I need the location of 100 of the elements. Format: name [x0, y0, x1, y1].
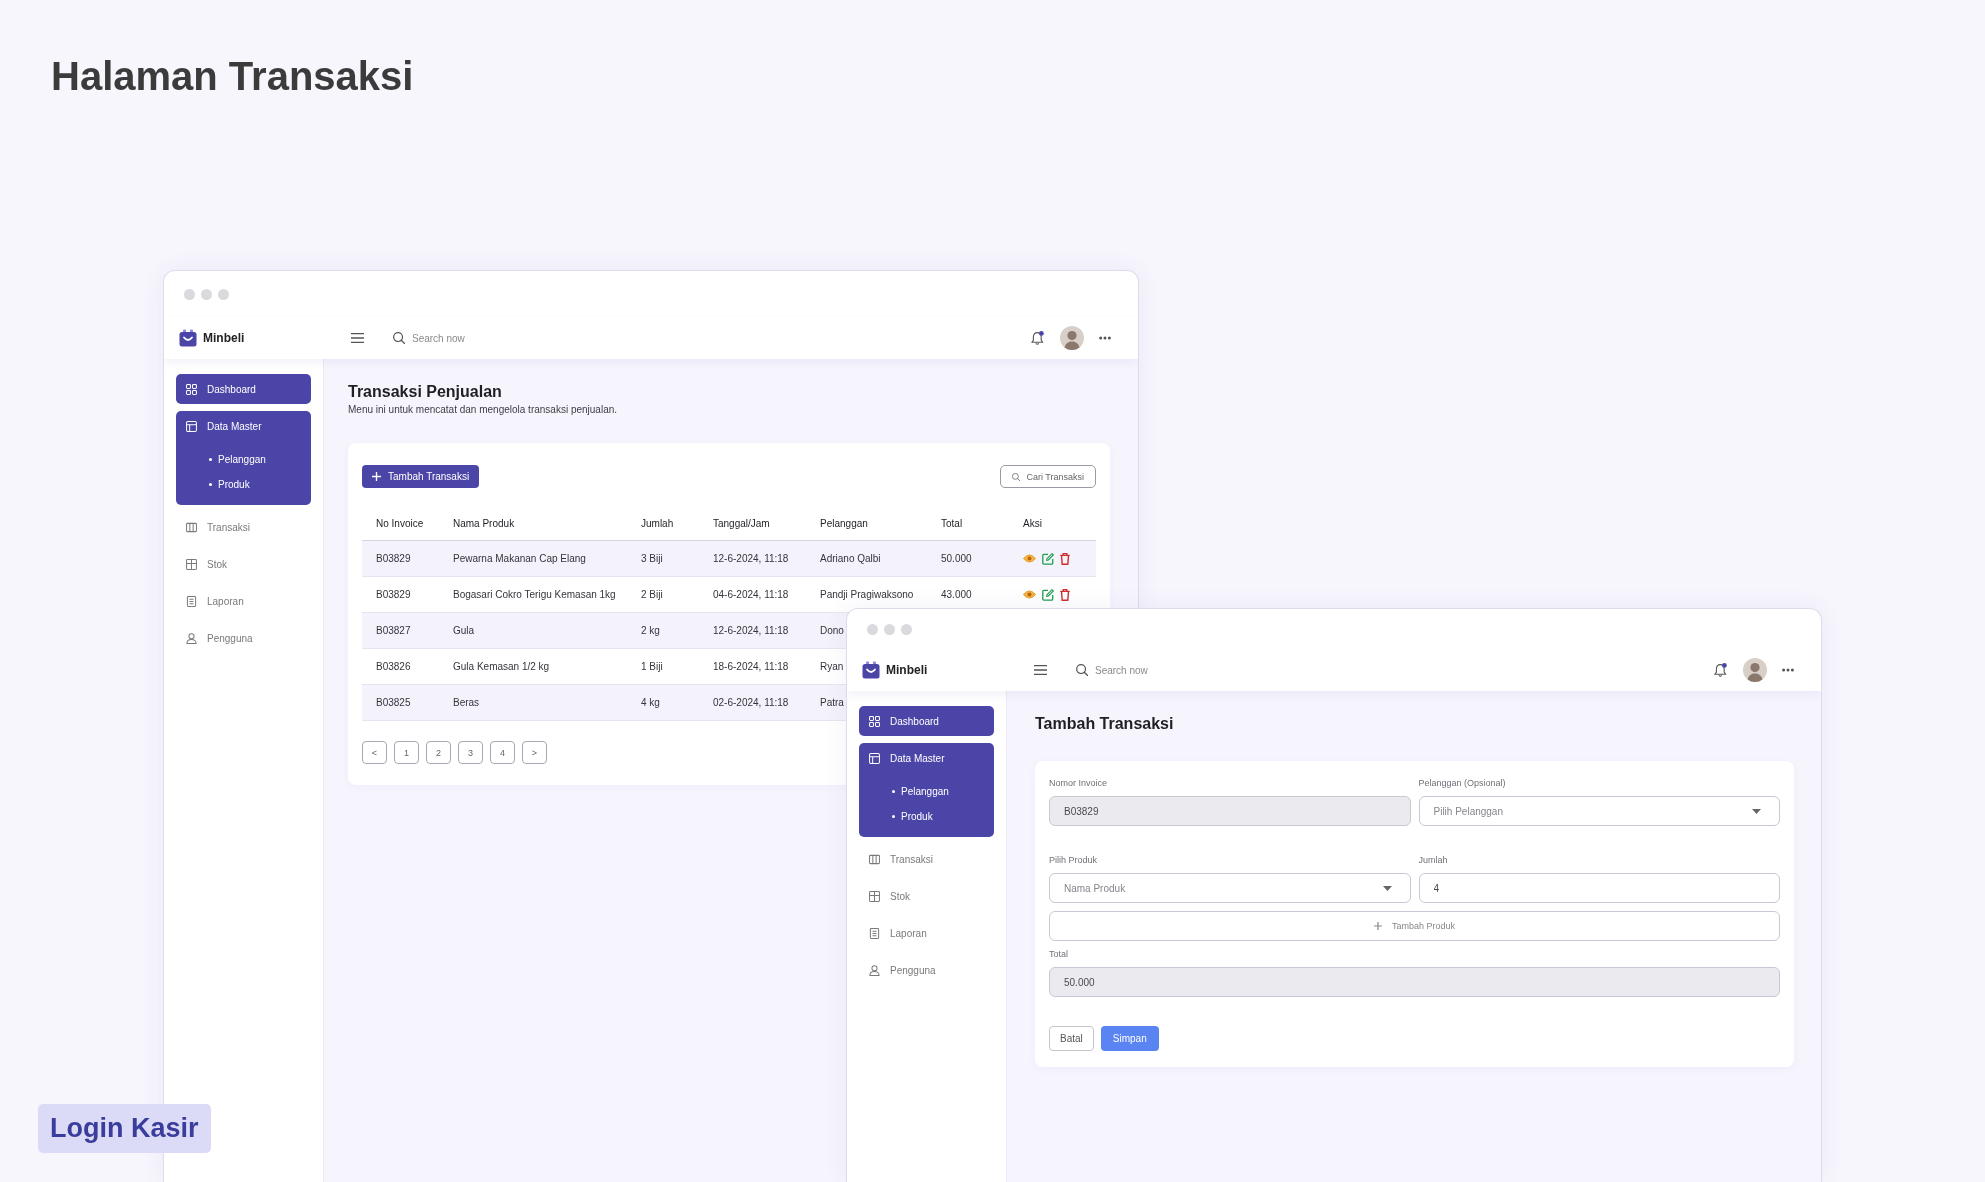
user-icon	[869, 964, 880, 976]
page-heading: Tambah Transaksi	[1035, 714, 1174, 734]
sidebar-item[interactable]: Pengguna	[859, 955, 994, 985]
page-heading: Transaksi Penjualan	[348, 382, 502, 402]
window-dot-icon	[201, 288, 212, 300]
sidebar-subitem[interactable]: Produk	[892, 804, 933, 829]
grid-icon	[869, 715, 880, 727]
trash-icon[interactable]	[1060, 588, 1070, 601]
sidebar-item[interactable]: Stok	[176, 549, 311, 579]
search-icon	[393, 332, 405, 344]
table-cell: B03829	[376, 589, 411, 600]
search-transaction-button[interactable]: Cari Transaksi	[1000, 465, 1096, 488]
bag-logo-icon	[179, 329, 197, 347]
page-button[interactable]: 3	[458, 741, 483, 764]
user-icon	[186, 632, 197, 644]
eye-icon[interactable]	[1023, 590, 1036, 599]
bullet-icon	[892, 815, 895, 818]
page-button[interactable]: 2	[426, 741, 451, 764]
table-cell: 04-6-2024, 11:18	[713, 589, 789, 600]
sidebar-subitem[interactable]: Produk	[209, 472, 250, 497]
table-cell: 12-6-2024, 11:18	[713, 625, 789, 636]
table-icon	[186, 558, 197, 570]
text-field[interactable]: 4	[1418, 873, 1780, 903]
column-header: Nama Produk	[453, 518, 515, 529]
page-title: Halaman Transaksi	[51, 53, 414, 99]
page-button[interactable]: 4	[490, 741, 515, 764]
page-subtitle: Menu ini untuk mencatat dan mengelola transaksi penjualan.	[348, 404, 618, 416]
window-dot-icon	[184, 288, 195, 300]
add-product-button[interactable]: Tambah Produk	[1049, 911, 1780, 941]
more-icon[interactable]	[1099, 336, 1111, 340]
field-label: Nomor Invoice	[1049, 778, 1108, 789]
sidebar-item[interactable]: Laporan	[859, 918, 994, 948]
table-cell: 3 Biji	[641, 553, 663, 564]
window-dot-icon	[901, 623, 912, 635]
bell-icon[interactable]	[1714, 663, 1727, 677]
columns-icon	[186, 521, 197, 533]
field-label: Jumlah	[1418, 855, 1448, 866]
table-cell: B03825	[376, 697, 411, 708]
table-cell: Bogasari Cokro Terigu Kemasan 1kg	[453, 589, 616, 600]
next-page-button[interactable]: >	[522, 741, 547, 764]
window-dot-icon	[218, 288, 229, 300]
dropdown-field[interactable]: Pilih Pelanggan	[1418, 796, 1780, 826]
table-cell: Patra	[820, 697, 844, 708]
grid-icon	[186, 383, 197, 395]
table-cell: 2 Biji	[641, 589, 663, 600]
table-cell: 43.000	[941, 589, 972, 600]
table-cell: B03826	[376, 661, 411, 672]
column-header: Tanggal/Jam	[713, 518, 770, 529]
more-icon[interactable]	[1782, 668, 1794, 672]
sidebar-item[interactable]: Transaksi	[176, 512, 311, 542]
previous-page-button[interactable]: <	[362, 741, 387, 764]
table-cell: B03829	[376, 553, 411, 564]
page-button[interactable]: 1	[394, 741, 419, 764]
table-cell: B03827	[376, 625, 411, 636]
table-cell: Ryan	[820, 661, 844, 672]
add-transaction-button[interactable]: Tambah Transaksi	[362, 465, 480, 488]
table-cell: 02-6-2024, 11:18	[713, 697, 789, 708]
menu-icon[interactable]	[351, 333, 364, 343]
table-cell: Gula Kemasan 1/2 kg	[453, 661, 550, 672]
table-cell: 12-6-2024, 11:18	[713, 553, 789, 564]
field-label: Pilih Produk	[1049, 855, 1098, 866]
edit-icon[interactable]	[1042, 588, 1054, 601]
field-label: Pelanggan (Opsional)	[1418, 778, 1506, 789]
edit-icon[interactable]	[1042, 552, 1054, 565]
submit-button[interactable]: Simpan	[1100, 1026, 1159, 1051]
search-field[interactable]: Search now	[412, 332, 492, 344]
bullet-icon	[209, 458, 212, 461]
document-icon	[186, 595, 197, 607]
sidebar-item[interactable]: Transaksi	[859, 844, 994, 874]
sidebar-item[interactable]: Dashboard	[176, 374, 311, 404]
document-icon	[869, 927, 880, 939]
bullet-icon	[209, 483, 212, 486]
sidebar-item[interactable]: Laporan	[176, 586, 311, 616]
cancel-button[interactable]: Batal	[1049, 1026, 1094, 1051]
brand-name: Minbeli	[886, 663, 928, 677]
plus-icon	[372, 472, 381, 481]
sidebar-item[interactable]: Stok	[859, 881, 994, 911]
sidebar-subitem[interactable]: Pelanggan	[209, 447, 266, 472]
table-cell: Beras	[453, 697, 480, 708]
sidebar-item[interactable]: Data Master	[859, 743, 994, 773]
table-cell: 2 kg	[641, 625, 660, 636]
bell-icon[interactable]	[1031, 331, 1044, 345]
menu-icon[interactable]	[1034, 665, 1047, 675]
avatar-icon[interactable]	[1060, 326, 1084, 350]
sidebar-item[interactable]: Data Master	[176, 411, 311, 441]
sidebar-item[interactable]: Dashboard	[859, 706, 994, 736]
columns-icon	[869, 853, 880, 865]
sidebar-subitem[interactable]: Pelanggan	[892, 779, 949, 804]
avatar-icon[interactable]	[1743, 658, 1767, 682]
table-cell: 50.000	[941, 553, 972, 564]
column-header: Pelanggan	[820, 518, 868, 529]
trash-icon[interactable]	[1060, 552, 1070, 565]
search-field[interactable]: Search now	[1095, 664, 1175, 676]
table-cell: 4 kg	[641, 697, 660, 708]
table-cell: Gula	[453, 625, 475, 636]
sidebar-item[interactable]: Pengguna	[176, 623, 311, 653]
eye-icon[interactable]	[1023, 554, 1036, 563]
layout-icon	[186, 420, 197, 432]
dropdown-field[interactable]: Nama Produk	[1049, 873, 1411, 903]
table-cell: Adriano Qalbi	[820, 553, 881, 564]
